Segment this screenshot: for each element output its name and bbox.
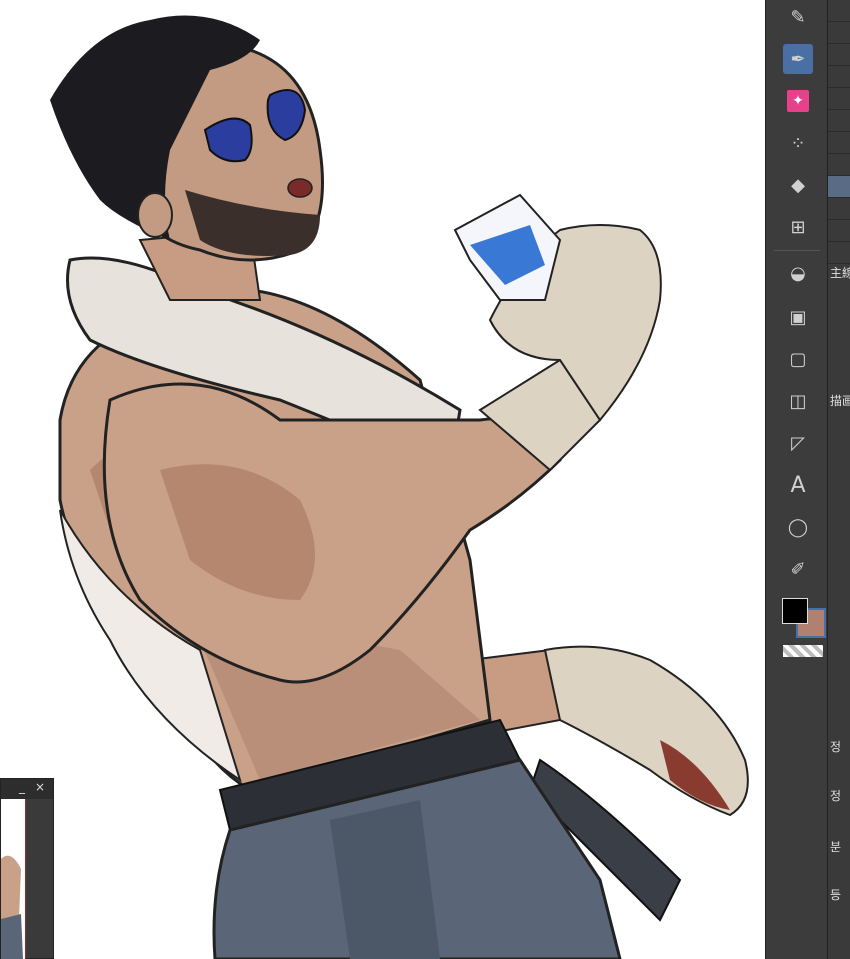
property-label: 등	[830, 888, 842, 902]
text-icon[interactable]: A	[783, 470, 813, 500]
list-item[interactable]	[828, 132, 850, 154]
property-label: 분	[830, 840, 842, 854]
pen-icon[interactable]: ✎	[783, 2, 813, 32]
balloon-icon[interactable]: ◯	[783, 512, 813, 542]
ruler-icon[interactable]: ◸	[783, 428, 813, 458]
navigator-titlebar: _ ×	[1, 779, 53, 799]
list-item[interactable]	[828, 44, 850, 66]
divider	[774, 250, 820, 251]
grid-icon[interactable]: ⊞	[783, 212, 813, 242]
minimize-button[interactable]: _	[19, 780, 25, 794]
list-item[interactable]	[828, 88, 850, 110]
rectangle-icon[interactable]: ▢	[783, 344, 813, 374]
list-item[interactable]	[828, 66, 850, 88]
navigator-panel: _ ×	[0, 778, 54, 959]
list-item[interactable]	[828, 154, 850, 176]
property-label: 정	[830, 740, 842, 754]
tool-palette: ✎ ✒ ✦ ⁘ ◆ ⊞ ◒ ▣ ▢ ◫ ◸ A ◯ ✐	[765, 0, 827, 959]
correction-icon[interactable]: ✐	[783, 554, 813, 584]
property-label: 描画	[830, 394, 850, 408]
airbrush-icon[interactable]: ⁘	[783, 128, 813, 158]
list-item[interactable]	[828, 242, 850, 264]
transparent-color-swatch[interactable]	[783, 645, 823, 657]
frame-icon[interactable]: ◫	[783, 386, 813, 416]
drawing-canvas[interactable]	[0, 0, 765, 959]
navigator-thumbnail[interactable]	[1, 799, 26, 959]
sub-tool-panel: 主線 描画 정 정 분 등	[827, 0, 850, 959]
list-item[interactable]	[828, 198, 850, 220]
close-button[interactable]: ×	[35, 780, 45, 794]
main-color-swatch[interactable]	[782, 598, 808, 624]
sub-tool-group-label: 主線	[830, 266, 850, 280]
illustration	[50, 15, 749, 959]
list-item[interactable]	[828, 0, 850, 22]
list-item[interactable]	[828, 110, 850, 132]
list-item[interactable]	[828, 220, 850, 242]
sparkle-icon[interactable]: ✦	[783, 86, 813, 116]
fill-icon[interactable]: ◒	[783, 258, 813, 288]
brush-icon[interactable]: ✒	[783, 44, 813, 74]
property-label: 정	[830, 789, 842, 803]
list-item[interactable]	[828, 22, 850, 44]
list-item-selected[interactable]	[828, 176, 850, 198]
eraser-icon[interactable]: ◆	[783, 170, 813, 200]
color-swatches	[780, 596, 826, 646]
gradient-icon[interactable]: ▣	[783, 302, 813, 332]
